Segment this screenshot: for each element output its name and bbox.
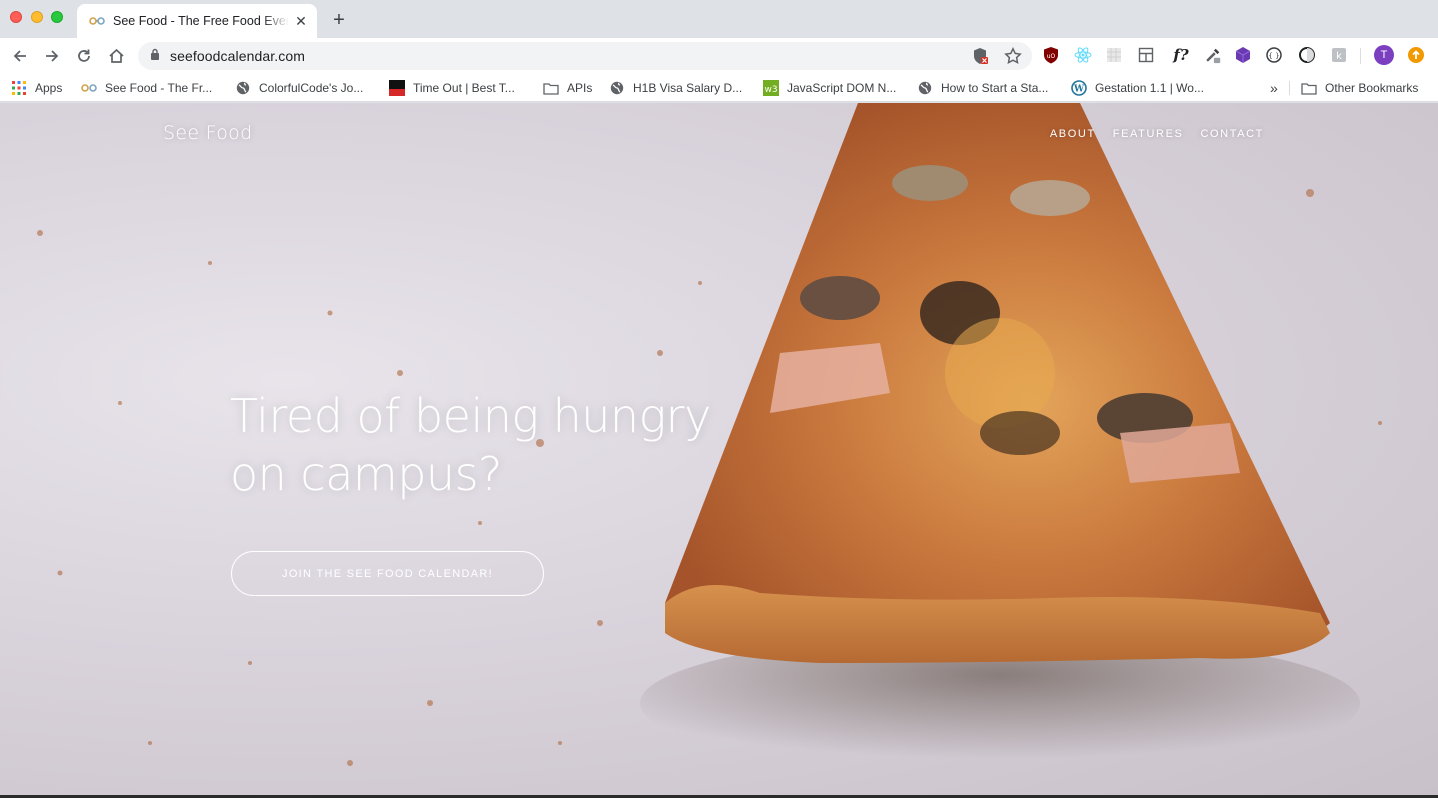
nav-link-about[interactable]: ABOUT: [1050, 128, 1096, 140]
bookmark-apps[interactable]: Apps: [11, 79, 62, 97]
nav-link-features[interactable]: FEATURES: [1113, 128, 1184, 140]
svg-text:W: W: [1073, 85, 1085, 95]
bookmark-label: ColorfulCode's Jo...: [259, 81, 364, 95]
react-devtools-icon[interactable]: [1074, 46, 1092, 64]
hero-section: See Food ABOUT FEATURES CONTACT Tired of…: [0, 103, 1438, 795]
hero-headline-line1: Tired of being hungry: [230, 389, 711, 443]
bookmark-label: JavaScript DOM N...: [787, 81, 897, 95]
glasses-icon: [81, 80, 97, 96]
close-window-button[interactable]: [10, 11, 22, 23]
circle-extension-icon[interactable]: [1298, 46, 1316, 64]
close-tab-icon[interactable]: ✕: [293, 13, 309, 29]
lock-icon[interactable]: [150, 47, 160, 65]
bookmark-apis-folder[interactable]: APIs: [543, 79, 592, 97]
globe-icon: [917, 80, 933, 96]
svg-text:uO: uO: [1047, 53, 1056, 60]
site-nav: ABOUT FEATURES CONTACT: [1050, 128, 1264, 140]
bookmark-star-icon[interactable]: [1004, 47, 1022, 70]
bookmark-label: H1B Visa Salary D...: [633, 81, 743, 95]
profile-avatar[interactable]: T: [1374, 45, 1394, 65]
nav-link-contact[interactable]: CONTACT: [1200, 128, 1264, 140]
svg-text:w3: w3: [764, 85, 777, 95]
codeium-icon[interactable]: { }: [1265, 46, 1283, 64]
bookmark-label: APIs: [567, 81, 593, 95]
forward-arrow-icon[interactable]: [40, 44, 64, 68]
back-arrow-icon[interactable]: [8, 44, 32, 68]
tab-title: See Food - The Free Food Event Calendar: [113, 14, 289, 28]
bookmark-other-bookmarks[interactable]: Other Bookmarks: [1301, 79, 1418, 97]
globe-icon: [609, 80, 625, 96]
folder-icon: [1301, 80, 1317, 96]
bookmark-label: Apps: [35, 81, 63, 95]
ublock-icon[interactable]: uO: [1042, 46, 1060, 64]
tab-strip: See Food - The Free Food Event Calendar …: [0, 0, 1438, 38]
bookmark-timeout[interactable]: Time Out | Best T...: [389, 79, 515, 97]
cube-extension-icon[interactable]: [1234, 46, 1252, 64]
browser-toolbar: seefoodcalendar.com uO f? { } k T: [0, 38, 1438, 74]
pattern-extension-icon[interactable]: [1105, 46, 1123, 64]
svg-text:{ }: { }: [1268, 52, 1279, 60]
minimize-window-button[interactable]: [31, 11, 43, 23]
wordpress-icon: W: [1071, 80, 1087, 96]
site-logo[interactable]: See Food: [163, 122, 252, 144]
url-text[interactable]: seefoodcalendar.com: [170, 48, 305, 64]
bookmark-see-food[interactable]: See Food - The Fr...: [81, 79, 212, 97]
bookmarks-divider: [1289, 81, 1290, 95]
font-identifier-icon[interactable]: f?: [1169, 46, 1193, 64]
bookmark-start-a-startup[interactable]: How to Start a Sta...: [917, 79, 1048, 97]
svg-text:k: k: [1336, 51, 1342, 62]
update-icon[interactable]: [1407, 46, 1425, 64]
home-icon[interactable]: [104, 44, 128, 68]
new-tab-button[interactable]: +: [328, 9, 350, 31]
bookmark-label: Gestation 1.1 | Wo...: [1095, 81, 1204, 95]
browser-tab-active[interactable]: See Food - The Free Food Event Calendar …: [77, 4, 317, 38]
apps-grid-icon: [11, 80, 27, 96]
w3-icon: w3: [763, 80, 779, 96]
timeout-icon: [389, 80, 405, 96]
bookmarks-overflow-chevron-icon[interactable]: »: [1270, 79, 1278, 97]
bookmark-gestation[interactable]: W Gestation 1.1 | Wo...: [1071, 79, 1204, 97]
toolbar-divider: [1360, 48, 1361, 64]
bookmark-javascript-dom[interactable]: w3 JavaScript DOM N...: [763, 79, 896, 97]
bookmark-h1b[interactable]: H1B Visa Salary D...: [609, 79, 742, 97]
grayscale-extension-icon[interactable]: k: [1330, 46, 1348, 64]
bookmark-label: Time Out | Best T...: [413, 81, 515, 95]
bookmark-label: See Food - The Fr...: [105, 81, 213, 95]
bookmarks-bar: Apps See Food - The Fr... ColorfulCode's…: [0, 74, 1438, 102]
bookmark-colorfulcode[interactable]: ColorfulCode's Jo...: [235, 79, 363, 97]
bookmark-label: How to Start a Sta...: [941, 81, 1049, 95]
globe-icon: [235, 80, 251, 96]
join-calendar-button[interactable]: JOIN THE SEE FOOD CALENDAR!: [231, 551, 544, 596]
address-bar[interactable]: seefoodcalendar.com: [138, 42, 1032, 70]
maximize-window-button[interactable]: [51, 11, 63, 23]
hero-headline: Tired of being hungry on campus?: [230, 387, 750, 503]
reload-icon[interactable]: [72, 44, 96, 68]
folder-icon: [543, 80, 559, 96]
bookmark-label: Other Bookmarks: [1325, 81, 1419, 95]
hero-headline-line2: on campus?: [230, 447, 502, 501]
color-picker-icon[interactable]: [1204, 46, 1222, 64]
blocked-shield-icon[interactable]: [972, 47, 988, 70]
glasses-icon: [89, 13, 105, 29]
layout-extension-icon[interactable]: [1137, 46, 1155, 64]
